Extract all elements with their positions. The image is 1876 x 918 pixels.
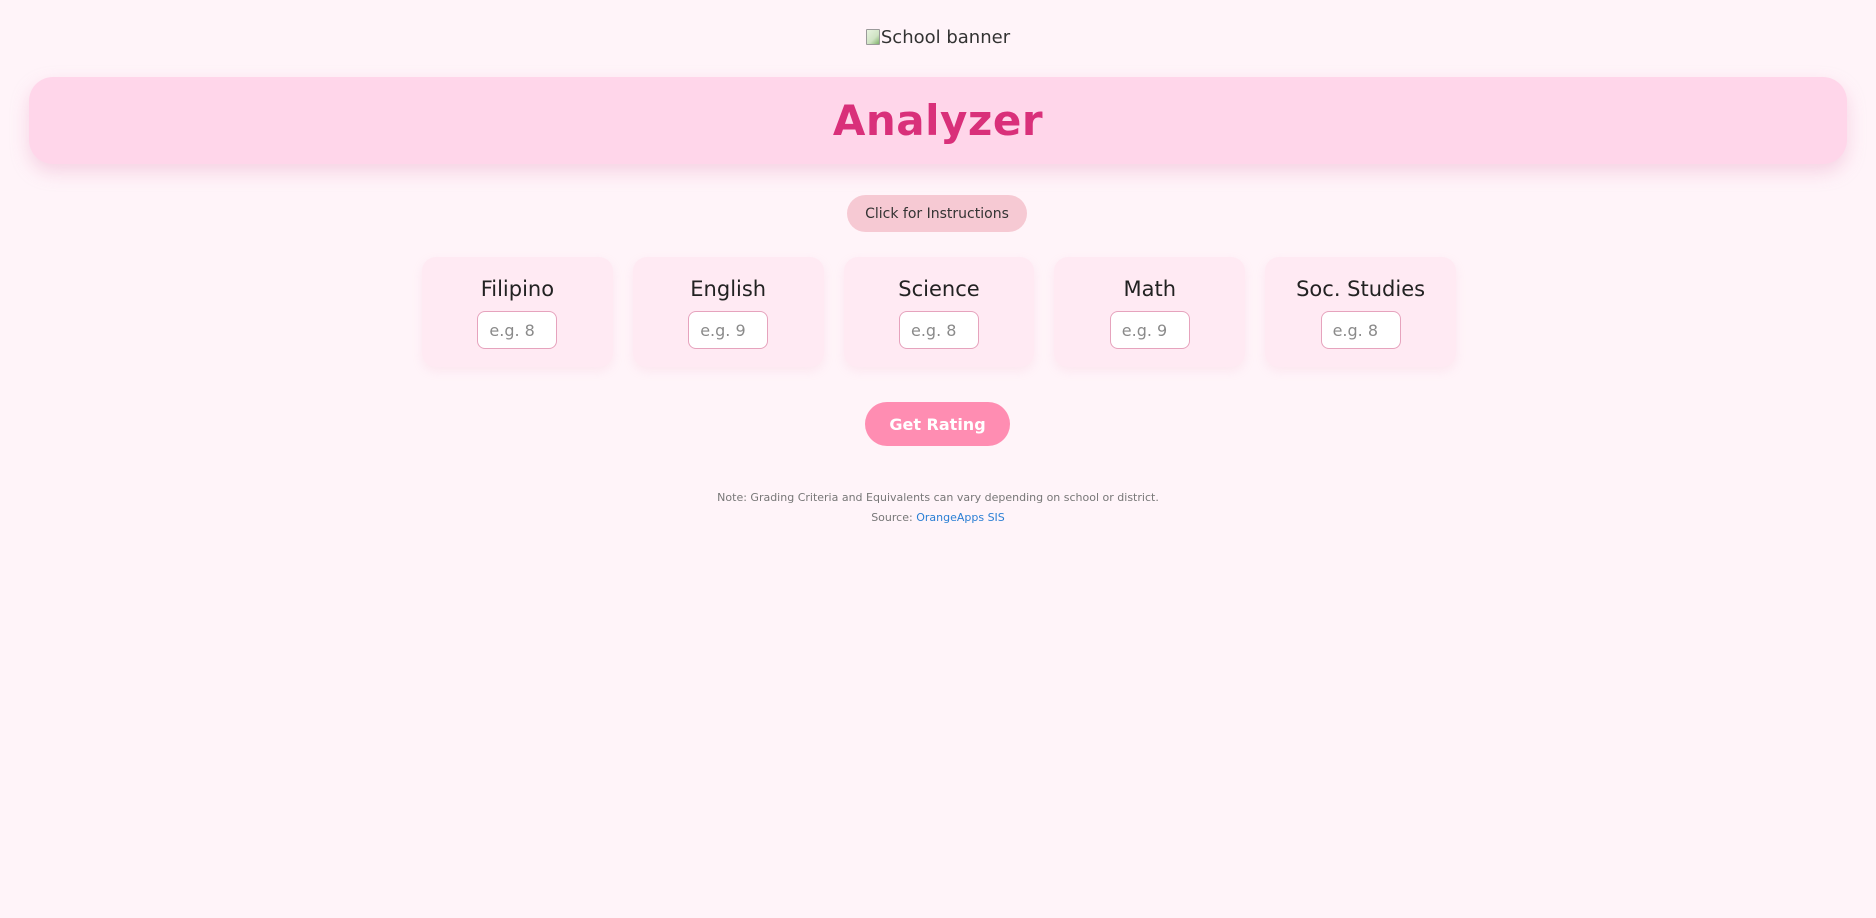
subject-label: English bbox=[690, 277, 767, 301]
subject-label: Soc. Studies bbox=[1296, 277, 1426, 301]
subject-label: Filipino bbox=[480, 277, 555, 301]
subject-card-math: Math bbox=[1054, 257, 1246, 367]
instructions-button[interactable]: Click for Instructions bbox=[847, 195, 1027, 232]
subject-card-soc-studies: Soc. Studies bbox=[1265, 257, 1456, 367]
get-rating-button[interactable]: Get Rating bbox=[865, 402, 1010, 446]
english-grade-input[interactable] bbox=[688, 311, 769, 349]
footer-note: Note: Grading Criteria and Equivalents c… bbox=[0, 488, 1876, 528]
source-line: Source: OrangeApps SIS bbox=[0, 508, 1876, 528]
grading-note-text: Note: Grading Criteria and Equivalents c… bbox=[717, 491, 1159, 504]
subject-card-filipino: Filipino bbox=[422, 257, 613, 367]
source-prefix: Source: bbox=[871, 511, 913, 524]
filipino-grade-input[interactable] bbox=[477, 311, 558, 349]
school-banner-image: School banner bbox=[0, 27, 1876, 51]
source-link[interactable]: OrangeApps SIS bbox=[916, 511, 1005, 524]
header-banner: Analyzer bbox=[29, 77, 1847, 164]
soc-studies-grade-input[interactable] bbox=[1320, 311, 1401, 349]
subject-card-english: English bbox=[632, 257, 824, 367]
broken-image-icon bbox=[865, 29, 880, 45]
subject-label: Math bbox=[1123, 277, 1177, 301]
science-grade-input[interactable] bbox=[898, 311, 979, 349]
math-grade-input[interactable] bbox=[1109, 311, 1190, 349]
banner-alt-text: School banner bbox=[880, 27, 1011, 48]
page-title: Analyzer bbox=[832, 96, 1044, 145]
subject-card-science: Science bbox=[843, 257, 1035, 367]
subject-cards: Filipino English Science Math Soc. Studi… bbox=[422, 257, 1456, 367]
subject-label: Science bbox=[898, 277, 980, 301]
